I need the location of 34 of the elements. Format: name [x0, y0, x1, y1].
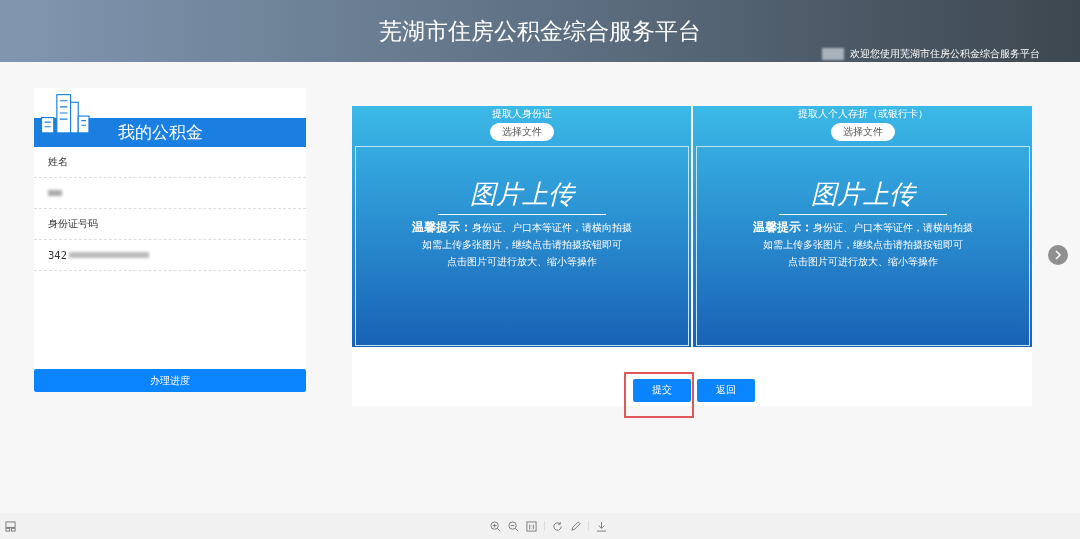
actual-size-icon[interactable] — [525, 520, 537, 532]
card-title: 我的公积金 — [118, 121, 203, 144]
upload-area[interactable]: 图片上传 温馨提示：身份证、户口本等证件，请横向拍摄 如需上传多张图片，继续点击请拍摄按钮即可 点击图片可进行放大、缩小等操作 — [355, 146, 689, 346]
zoom-in-icon[interactable] — [489, 520, 501, 532]
tip-text: 点击图片可进行放大、缩小等操作 — [788, 255, 938, 269]
redaction-mark — [48, 190, 62, 196]
tip-text: 如需上传多张图片，继续点击请拍摄按钮即可 — [422, 238, 622, 252]
tip-text: 点击图片可进行放大、缩小等操作 — [447, 255, 597, 269]
choose-file-button[interactable]: 选择文件 — [831, 123, 895, 141]
download-icon[interactable] — [595, 520, 607, 532]
tip-text: 温馨提示：身份证、户口本等证件，请横向拍摄 — [753, 219, 973, 236]
next-button[interactable] — [1048, 245, 1068, 265]
chevron-icon — [1053, 250, 1063, 260]
pencil-icon[interactable] — [569, 520, 581, 532]
tip-text: 温馨提示：身份证、户口本等证件，请横向拍摄 — [412, 219, 632, 236]
rotate-icon[interactable] — [551, 520, 563, 532]
site-title: 芜湖市住房公积金综合服务平台 — [379, 16, 701, 46]
redaction-mark — [822, 48, 844, 60]
welcome-text: 欢迎您使用芜湖市住房公积金综合服务平台 — [850, 47, 1040, 61]
action-button[interactable]: 提交 — [633, 378, 691, 402]
choose-file-button[interactable]: 选择文件 — [490, 123, 554, 141]
tip-text: 如需上传多张图片，继续点击请拍摄按钮即可 — [763, 238, 963, 252]
zoom-out-icon[interactable] — [507, 520, 519, 532]
upload-title: 提取人身份证 — [492, 107, 552, 121]
progress-button[interactable]: 办理进度 — [34, 369, 306, 392]
action-button[interactable]: 返回 — [697, 378, 755, 402]
field-label: 姓名 — [48, 155, 68, 169]
field-label: 身份证号码 — [48, 217, 98, 231]
upload-heading: 图片上传 — [470, 178, 574, 211]
upload-heading: 图片上传 — [811, 178, 915, 211]
upload-title: 提取人个人存折（或银行卡） — [798, 107, 928, 121]
layout-icon[interactable] — [5, 520, 16, 532]
upload-area[interactable]: 图片上传 温馨提示：身份证、户口本等证件，请横向拍摄 如需上传多张图片，继续点击请拍摄按钮即可 点击图片可进行放大、缩小等操作 — [696, 146, 1030, 346]
field-value: 342 — [48, 249, 68, 261]
